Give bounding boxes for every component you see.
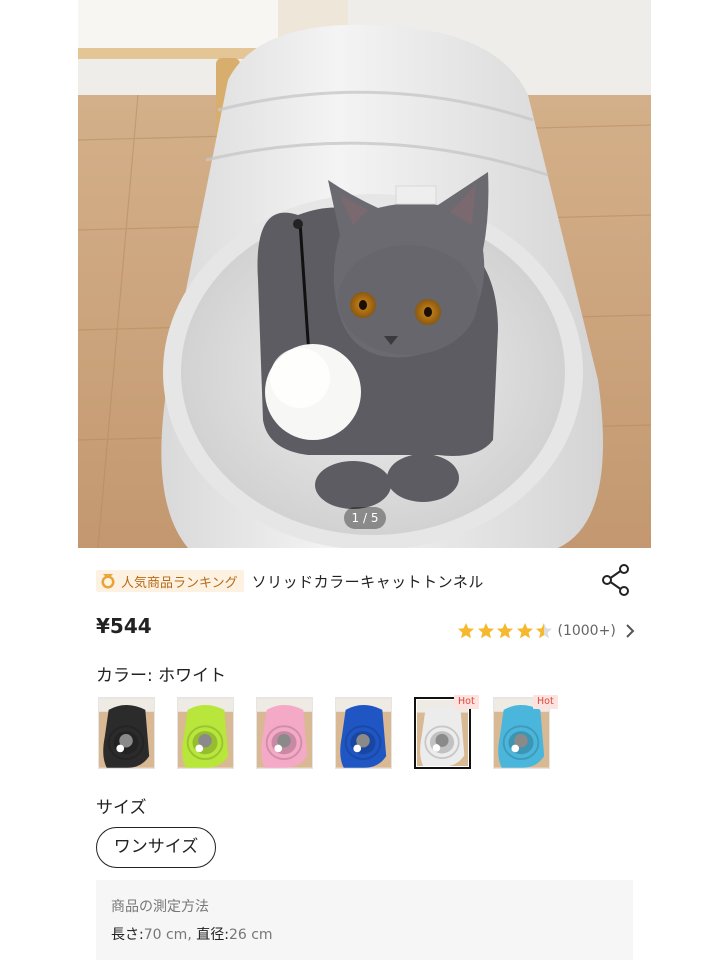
product-title-row: 人気商品ランキング ソリッドカラーキャットトンネル (96, 566, 636, 596)
diameter-value: 26 cm (228, 927, 273, 943)
star-rating (457, 622, 555, 640)
star-icon (497, 623, 513, 639)
chevron-right-icon (626, 624, 635, 638)
star-icon (536, 623, 552, 639)
color-swatch[interactable] (98, 697, 155, 769)
swatch-thumbnail (416, 699, 469, 767)
length-value: 70 cm, (143, 927, 197, 943)
rating-summary[interactable]: (1000+) (457, 619, 635, 643)
medal-icon (101, 574, 115, 589)
swatch-thumbnail (257, 698, 312, 768)
star-icon (516, 623, 533, 639)
measurement-values: 長さ:70 cm, 直径:26 cm (111, 924, 273, 944)
product-price: ¥544 (96, 614, 152, 638)
color-label: カラー: ホワイト (96, 666, 227, 686)
product-title: ソリッドカラーキャットトンネル (251, 572, 484, 591)
hot-badge: Hot (454, 695, 479, 709)
diameter-label: 直径: (196, 927, 229, 943)
color-swatch[interactable] (335, 697, 392, 769)
rating-count: (1000+) (557, 623, 616, 639)
product-image-carousel[interactable]: 1 / 5 (78, 0, 651, 548)
share-icon[interactable] (600, 563, 632, 597)
ranking-badge-label: 人気商品ランキング (121, 575, 238, 591)
product-photo (78, 0, 651, 548)
color-swatch[interactable] (256, 697, 313, 769)
size-label: サイズ (96, 798, 147, 818)
swatch-thumbnail (178, 698, 233, 768)
measurement-info: 商品の測定方法 長さ:70 cm, 直径:26 cm (96, 880, 633, 960)
ranking-badge[interactable]: 人気商品ランキング (96, 570, 244, 592)
swatch-thumbnail (99, 698, 154, 768)
image-pager: 1 / 5 (344, 507, 386, 529)
size-option-button[interactable]: ワンサイズ (96, 827, 216, 868)
color-swatch[interactable] (177, 697, 234, 769)
star-icon (458, 623, 474, 639)
star-icon (477, 623, 494, 639)
swatch-thumbnail (336, 698, 391, 768)
measurement-heading: 商品の測定方法 (111, 899, 209, 915)
hot-badge: Hot (533, 695, 558, 709)
length-label: 長さ: (111, 927, 144, 943)
